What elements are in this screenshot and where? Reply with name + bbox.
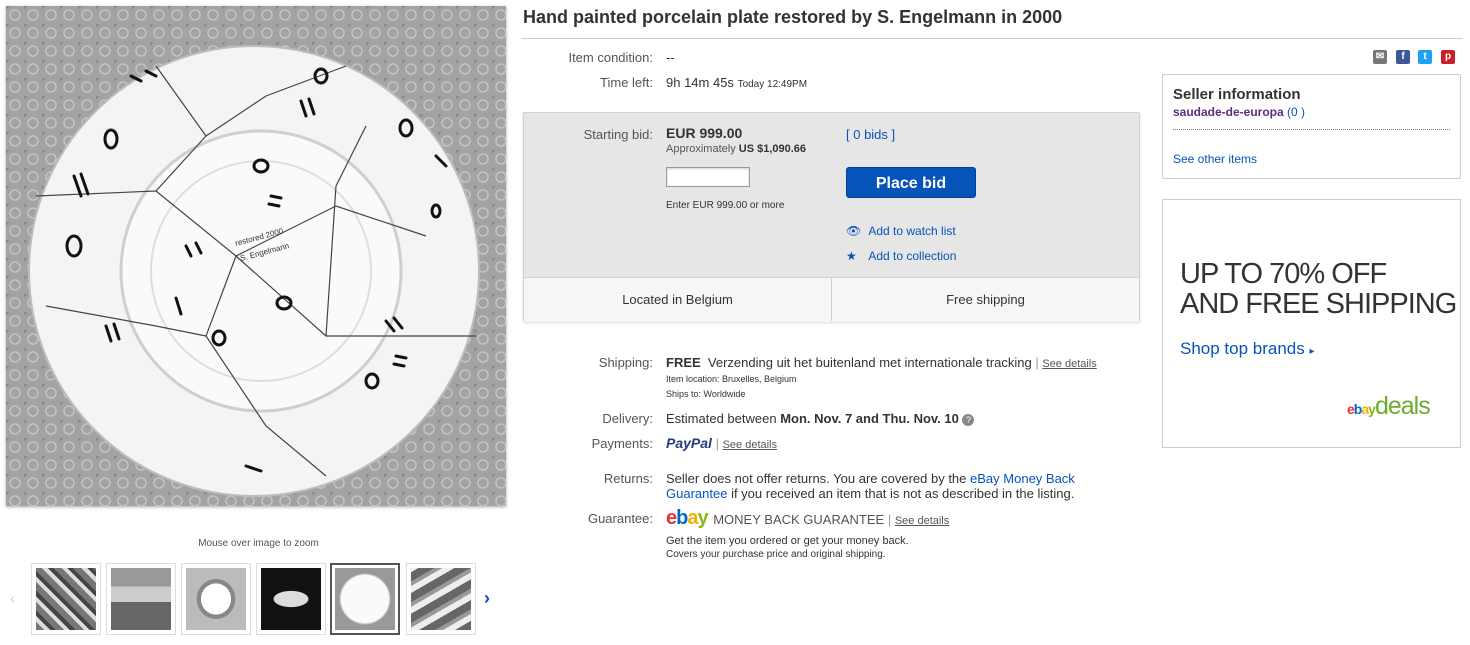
item-condition-value: --: [666, 50, 675, 65]
title-divider: [521, 38, 1463, 39]
help-icon[interactable]: ?: [962, 413, 975, 426]
seller-info-heading: Seller information: [1173, 86, 1301, 103]
payments-label: Payments:: [591, 436, 653, 451]
delivery-value: Estimated between Mon. Nov. 7 and Thu. N…: [666, 411, 975, 426]
ad-line1-discount: 70% OFF: [1269, 258, 1387, 290]
payments-see-details-link[interactable]: See details: [723, 439, 777, 451]
starting-bid-label: Starting bid:: [583, 127, 653, 142]
approx-prefix: Approximately: [666, 143, 736, 155]
delivery-label: Delivery:: [602, 411, 653, 426]
place-bid-button[interactable]: Place bid: [846, 167, 976, 198]
payments-value: PayPal | See details: [666, 435, 778, 451]
seller-feedback-link[interactable]: (0 ): [1287, 105, 1305, 119]
twitter-share-icon[interactable]: t: [1418, 50, 1432, 64]
shop-top-brands-label: Shop top brands: [1180, 339, 1305, 358]
pinterest-share-icon[interactable]: p: [1441, 50, 1455, 64]
guarantee-line-1: Get the item you ordered or get your mon…: [666, 535, 909, 547]
add-to-collection[interactable]: ★ Add to collection: [846, 249, 956, 263]
delivery-dates: Mon. Nov. 7 and Thu. Nov. 10: [780, 411, 959, 426]
thumbnail-selected[interactable]: [330, 563, 400, 635]
eye-icon: 👁: [846, 224, 862, 238]
ad-brand-deals: deals: [1374, 392, 1431, 420]
ebay-deals-logo: ebaydeals: [1347, 392, 1431, 421]
thumbnail-next-arrow[interactable]: ›: [484, 588, 490, 609]
ad-line1-prefix: UP TO: [1180, 258, 1270, 290]
bid-amount-input[interactable]: [666, 167, 750, 187]
returns-text-2: if you received an item that is not as d…: [731, 486, 1075, 501]
shipping-see-details-link[interactable]: See details: [1042, 358, 1096, 370]
thumbnail-prev-arrow[interactable]: ‹: [10, 590, 15, 606]
zoom-hint: Mouse over image to zoom: [198, 538, 319, 549]
guarantee-line-2: Covers your purchase price and original …: [666, 549, 886, 560]
thumbnail[interactable]: [31, 563, 101, 635]
star-icon: ★: [846, 249, 857, 263]
time-left-label: Time left:: [600, 75, 653, 90]
ad-headline-2: AND FREE SHIPPING: [1180, 288, 1457, 320]
item-location-detail: Item location: Bruxelles, Belgium: [666, 374, 797, 384]
guarantee-see-details-link[interactable]: See details: [895, 515, 949, 527]
paypal-logo: PayPal: [666, 435, 712, 451]
thumbnail[interactable]: [106, 563, 176, 635]
delivery-prefix: Estimated between: [666, 411, 777, 426]
time-left-end: Today 12:49PM: [737, 79, 808, 90]
see-other-items-link[interactable]: See other items: [1173, 152, 1257, 166]
free-shipping: Free shipping: [946, 292, 1025, 307]
guarantee-value: ebay MONEY BACK GUARANTEE | See details: [666, 507, 950, 529]
seller-divider: [1173, 129, 1450, 130]
bids-count-link[interactable]: [ 0 bids ]: [846, 127, 895, 142]
watch-list-label: Add to watch list: [868, 224, 956, 238]
ships-to: Ships to: Worldwide: [666, 389, 746, 399]
shipping-free: FREE: [666, 355, 701, 370]
returns-value: Seller does not offer returns. You are c…: [666, 471, 1086, 501]
shipping-desc: Verzending uit het buitenland met intern…: [707, 355, 1032, 370]
item-location: Located in Belgium: [622, 292, 733, 307]
returns-label: Returns:: [603, 471, 653, 486]
shipping-value: FREE Verzending uit het buitenland met i…: [666, 355, 1097, 370]
caret-right-icon: ▸: [1309, 346, 1315, 357]
listing-title: Hand painted porcelain plate restored by…: [523, 7, 1063, 27]
thumbnail[interactable]: [256, 563, 326, 635]
guarantee-title: MONEY BACK GUARANTEE: [713, 512, 885, 527]
item-condition-label: Item condition:: [568, 50, 653, 65]
email-share-icon[interactable]: ✉: [1373, 50, 1387, 64]
seller-name-row: saudade-de-europa (0 ): [1173, 105, 1305, 119]
time-left-value: 9h 14m 45s Today 12:49PM: [666, 75, 807, 90]
main-item-photo[interactable]: restored 2000 S. Engelmann: [6, 6, 506, 506]
thumbnail[interactable]: [181, 563, 251, 635]
shipping-label: Shipping:: [598, 355, 653, 370]
ebay-logo: ebay: [666, 507, 709, 529]
approx-price: Approximately US $1,090.66: [666, 143, 806, 155]
seller-name-link[interactable]: saudade-de-europa: [1173, 105, 1284, 119]
approx-value: US $1,090.66: [738, 143, 807, 155]
collection-label: Add to collection: [868, 249, 957, 263]
starting-bid-value: EUR 999.00: [666, 125, 743, 141]
time-left-countdown: 9h 14m 45s: [666, 75, 734, 90]
returns-text: Seller does not offer returns. You are c…: [666, 471, 967, 486]
plate-image: restored 2000 S. Engelmann: [6, 6, 506, 506]
add-to-watch-list[interactable]: 👁 Add to watch list: [846, 224, 956, 238]
thumbnail[interactable]: [406, 563, 476, 635]
facebook-share-icon[interactable]: f: [1396, 50, 1410, 64]
shop-top-brands-link[interactable]: Shop top brands ▸: [1180, 339, 1315, 359]
guarantee-label: Guarantee:: [587, 511, 653, 526]
ad-headline-1: UP TO 70% OFF: [1180, 258, 1387, 291]
ad-brand-ebay: ebay: [1347, 401, 1376, 417]
bid-enter-hint: Enter EUR 999.00 or more: [666, 200, 785, 211]
